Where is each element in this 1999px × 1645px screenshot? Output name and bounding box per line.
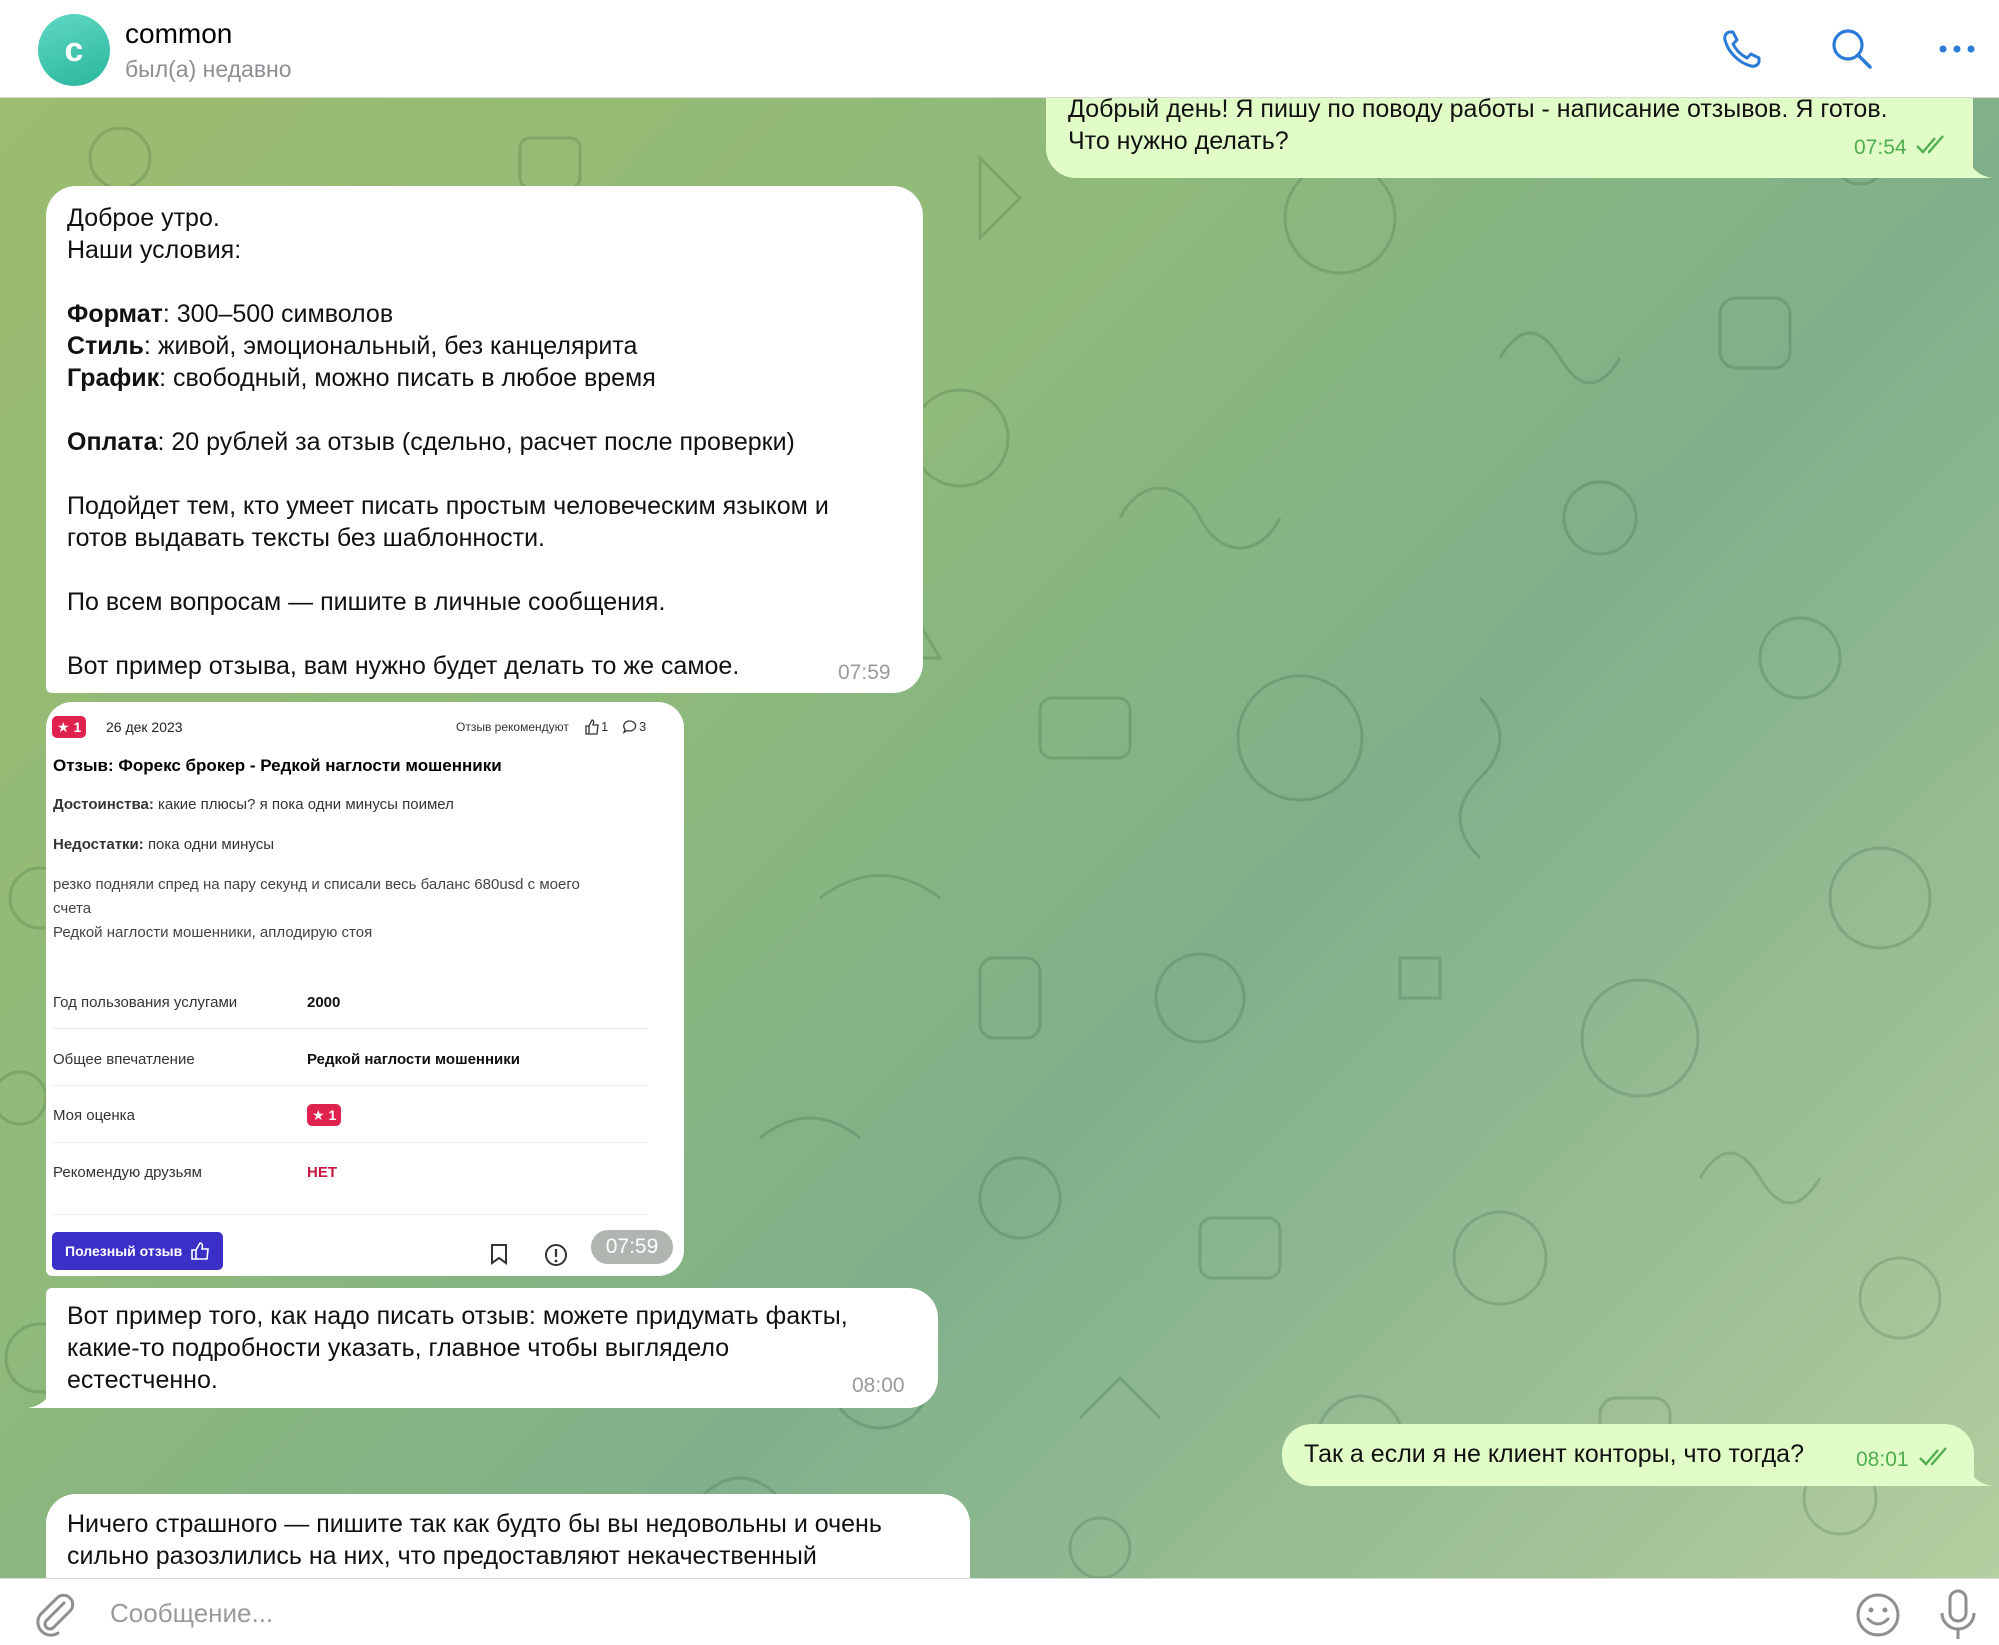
rating-value: 1	[73, 719, 82, 735]
cons-text: пока одни минусы	[147, 836, 274, 853]
message-outgoing[interactable]: Добрый день! Я пишу по поводу работы - н…	[1046, 98, 1973, 178]
bubble-tail	[1968, 154, 1992, 178]
message-text-line: Вот пример того, как надо писать отзыв: …	[67, 1302, 848, 1330]
message-time: 07:59	[838, 661, 891, 684]
review-title: Отзыв: Форекс брокер - Редкой наглости м…	[53, 756, 502, 775]
message-text-line: Оплата: 20 рублей за отзыв (сдельно, рас…	[67, 426, 795, 458]
divider	[52, 1028, 648, 1029]
microphone-icon[interactable]	[1936, 1587, 1980, 1639]
message-time: 08:00	[852, 1374, 905, 1397]
report-icon	[545, 1244, 567, 1266]
thumbs-up-icon	[585, 719, 599, 735]
review-pros: Достоинства: какие плюсы? я пока одни ми…	[53, 796, 454, 813]
message-outgoing[interactable]: Так а если я не клиент конторы, что тогд…	[1282, 1424, 1974, 1486]
chat-area[interactable]: Добрый день! Я пишу по поводу работы - н…	[0, 98, 1999, 1578]
message-incoming[interactable]: Ничего страшного — пишите так как будто …	[46, 1494, 970, 1578]
message-text-line: сильно разозлились на них, что предостав…	[67, 1542, 817, 1570]
likes-count: 1	[601, 719, 609, 734]
review-body-line: резко подняли спред на пару секунд и спи…	[53, 876, 580, 893]
bookmark-icon	[491, 1244, 507, 1265]
message-text-line: Наши условия:	[67, 236, 242, 264]
thumbs-up-icon	[191, 1242, 210, 1260]
message-text-line: По всем вопросам — пишите в личные сообщ…	[67, 588, 666, 616]
message-text-line: Стиль: живой, эмоциональный, без канцеля…	[67, 330, 637, 362]
pros-text: какие плюсы? я пока одни минусы поимел	[158, 796, 454, 813]
chat-header: c common был(а) недавно	[0, 0, 1999, 98]
divider	[52, 1142, 648, 1143]
message-text-line: Ничего страшного — пишите так как будто …	[67, 1510, 882, 1538]
detail-value: 2000	[307, 994, 341, 1011]
more-icon[interactable]	[1932, 24, 1982, 74]
bubble-tail	[1968, 1462, 1992, 1486]
message-input[interactable]	[110, 1591, 1810, 1635]
message-text-line: готов выдавать тексты без шаблонности.	[67, 524, 546, 552]
review-body-line: Редкой наглости мошенники, аплодирую сто…	[53, 924, 373, 941]
message-text-line: Что нужно делать?	[1068, 127, 1289, 155]
phone-icon[interactable]	[1717, 24, 1767, 74]
schedule-value: : свободный, можно писать в любое время	[159, 364, 656, 392]
message-text-line: График: свободный, можно писать в любое …	[67, 362, 656, 394]
format-value: : 300–500 символов	[162, 300, 394, 328]
search-icon[interactable]	[1827, 24, 1877, 74]
cons-label: Недостатки:	[53, 836, 144, 853]
rating-badge: ★ 1	[52, 716, 87, 738]
message-composer	[0, 1578, 1999, 1645]
message-text-line: какие-то подробности указать, главное чт…	[67, 1334, 730, 1362]
pay-label: Оплата	[67, 428, 158, 456]
message-time: 08:01	[1856, 1448, 1909, 1471]
chat-title[interactable]: common	[125, 18, 232, 50]
double-check-icon	[1916, 135, 1944, 154]
useful-button-label: Полезный отзыв	[65, 1243, 183, 1259]
pay-value: : 20 рублей за отзыв (сдельно, расчет по…	[157, 428, 795, 456]
recommend-label: Отзыв рекомендуют	[456, 720, 569, 734]
message-text-line: Доброе утро.	[67, 204, 220, 232]
comments-count: 3	[639, 719, 647, 734]
review-body-line: счета	[53, 900, 92, 917]
message-text-line: Формат: 300–500 символов	[67, 298, 393, 330]
bubble-tail	[28, 1384, 52, 1408]
message-incoming[interactable]: Вот пример того, как надо писать отзыв: …	[46, 1288, 938, 1408]
pros-label: Достоинства:	[53, 796, 154, 813]
message-time: 07:54	[1854, 136, 1907, 159]
my-rating-badge: ★ 1	[307, 1104, 342, 1126]
format-label: Формат	[67, 300, 163, 328]
message-incoming[interactable]: Доброе утро. Наши условия: Формат: 300–5…	[46, 186, 923, 693]
chat-status: был(а) недавно	[125, 56, 292, 82]
message-text-line: естестченно.	[67, 1366, 218, 1394]
style-value: : живой, эмоциональный, без канцелярита	[143, 332, 638, 360]
schedule-label: График	[67, 364, 160, 392]
comment-icon	[622, 720, 637, 735]
divider	[52, 1214, 648, 1215]
review-cons: Недостатки: пока одни минусы	[53, 836, 274, 853]
detail-label: Общее впечатление	[53, 1051, 195, 1068]
message-text-line: Подойдет тем, кто умеет писать простым ч…	[67, 492, 829, 520]
message-text-line: Добрый день! Я пишу по поводу работы - н…	[1068, 98, 1888, 123]
detail-label: Год пользования услугами	[53, 994, 238, 1011]
review-date: 26 дек 2023	[106, 719, 183, 735]
style-label: Стиль	[67, 332, 144, 360]
avatar[interactable]: c	[38, 14, 110, 86]
useful-review-button: Полезный отзыв	[52, 1232, 223, 1270]
divider	[52, 1085, 648, 1086]
detail-label: Рекомендую друзьям	[53, 1164, 202, 1181]
double-check-icon	[1919, 1447, 1947, 1466]
detail-value: НЕТ	[307, 1164, 337, 1181]
emoji-icon[interactable]	[1854, 1589, 1902, 1637]
my-rating-value: 1	[328, 1107, 337, 1123]
review-screenshot-image[interactable]: ★ 1 26 дек 2023 Отзыв рекомендуют 1 3 От…	[46, 702, 684, 1276]
detail-value: Редкой наглости мошенники	[307, 1051, 520, 1068]
message-text-line: Вот пример отзыва, вам нужно будет делат…	[67, 652, 740, 680]
message-time: 07:59	[591, 1230, 673, 1264]
detail-label: Моя оценка	[53, 1107, 135, 1124]
attach-icon[interactable]	[30, 1589, 78, 1637]
message-text-line: Так а если я не клиент конторы, что тогд…	[1304, 1440, 1804, 1468]
